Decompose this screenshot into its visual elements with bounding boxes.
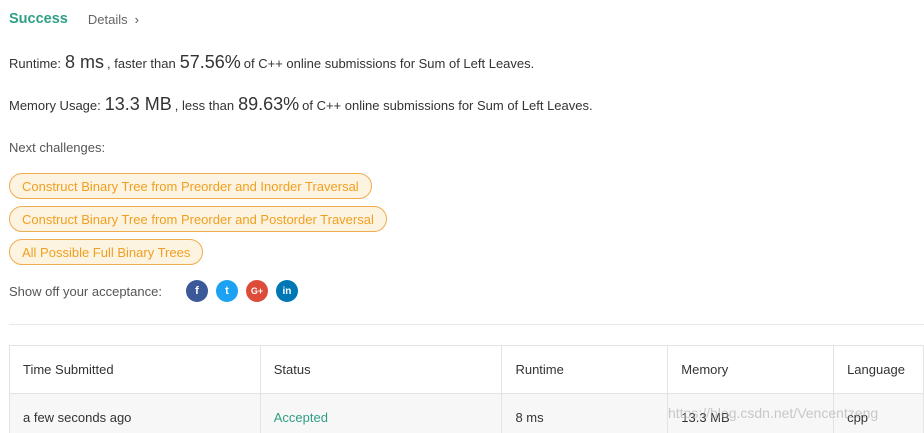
runtime-label: Runtime: — [9, 56, 62, 71]
divider — [9, 324, 924, 325]
chevron-right-icon: › — [134, 11, 139, 27]
header-runtime: Runtime — [502, 346, 669, 394]
challenge-tag-3[interactable]: All Possible Full Binary Trees — [9, 239, 204, 265]
google-plus-icon[interactable]: G+ — [245, 280, 268, 302]
challenge-tag-1[interactable]: Construct Binary Tree from Preorder and … — [9, 173, 372, 199]
runtime-comparison: , faster than — [107, 56, 176, 71]
facebook-icon[interactable]: f — [185, 280, 208, 302]
status-accepted-link[interactable]: Accepted — [274, 410, 328, 425]
cell-runtime: 8 ms — [502, 394, 669, 433]
watermark: https://blog.csdn.net/Vencentzeng — [668, 405, 879, 421]
linkedin-icon[interactable]: in — [275, 280, 298, 302]
runtime-summary: Runtime: 8 ms , faster than 57.56% of C+… — [9, 52, 534, 73]
share-label: Show off your acceptance: — [9, 283, 162, 299]
runtime-percent: 57.56% — [179, 52, 241, 72]
memory-percent: 89.63% — [238, 94, 300, 114]
next-challenges-label: Next challenges: — [9, 140, 106, 155]
challenge-tag-2[interactable]: Construct Binary Tree from Preorder and … — [9, 206, 387, 232]
header-status: Status — [260, 346, 503, 394]
runtime-suffix: of C++ online submissions for Sum of Lef… — [243, 56, 535, 71]
cell-time-submitted: a few seconds ago — [10, 394, 261, 433]
details-link[interactable]: Details › — [88, 12, 139, 27]
table-header-row: Time Submitted Status Runtime Memory Lan… — [10, 346, 924, 394]
twitter-icon[interactable]: t — [215, 280, 238, 302]
share-bar: Show off your acceptance: f t G+ in — [9, 280, 298, 302]
cell-status[interactable]: Accepted — [260, 394, 503, 433]
status-title: Success — [9, 11, 68, 27]
header-time-submitted: Time Submitted — [10, 346, 261, 394]
details-label: Details — [87, 11, 128, 27]
memory-value: 13.3 MB — [104, 94, 172, 114]
header-memory: Memory — [668, 346, 835, 394]
header-language: Language — [834, 346, 924, 394]
runtime-value: 8 ms — [65, 52, 105, 72]
memory-summary: Memory Usage: 13.3 MB , less than 89.63%… — [9, 94, 593, 115]
memory-comparison: , less than — [174, 98, 235, 113]
memory-label: Memory Usage: — [9, 98, 101, 113]
result-header: Success Details › — [9, 9, 139, 29]
memory-suffix: of C++ online submissions for Sum of Lef… — [302, 98, 593, 113]
